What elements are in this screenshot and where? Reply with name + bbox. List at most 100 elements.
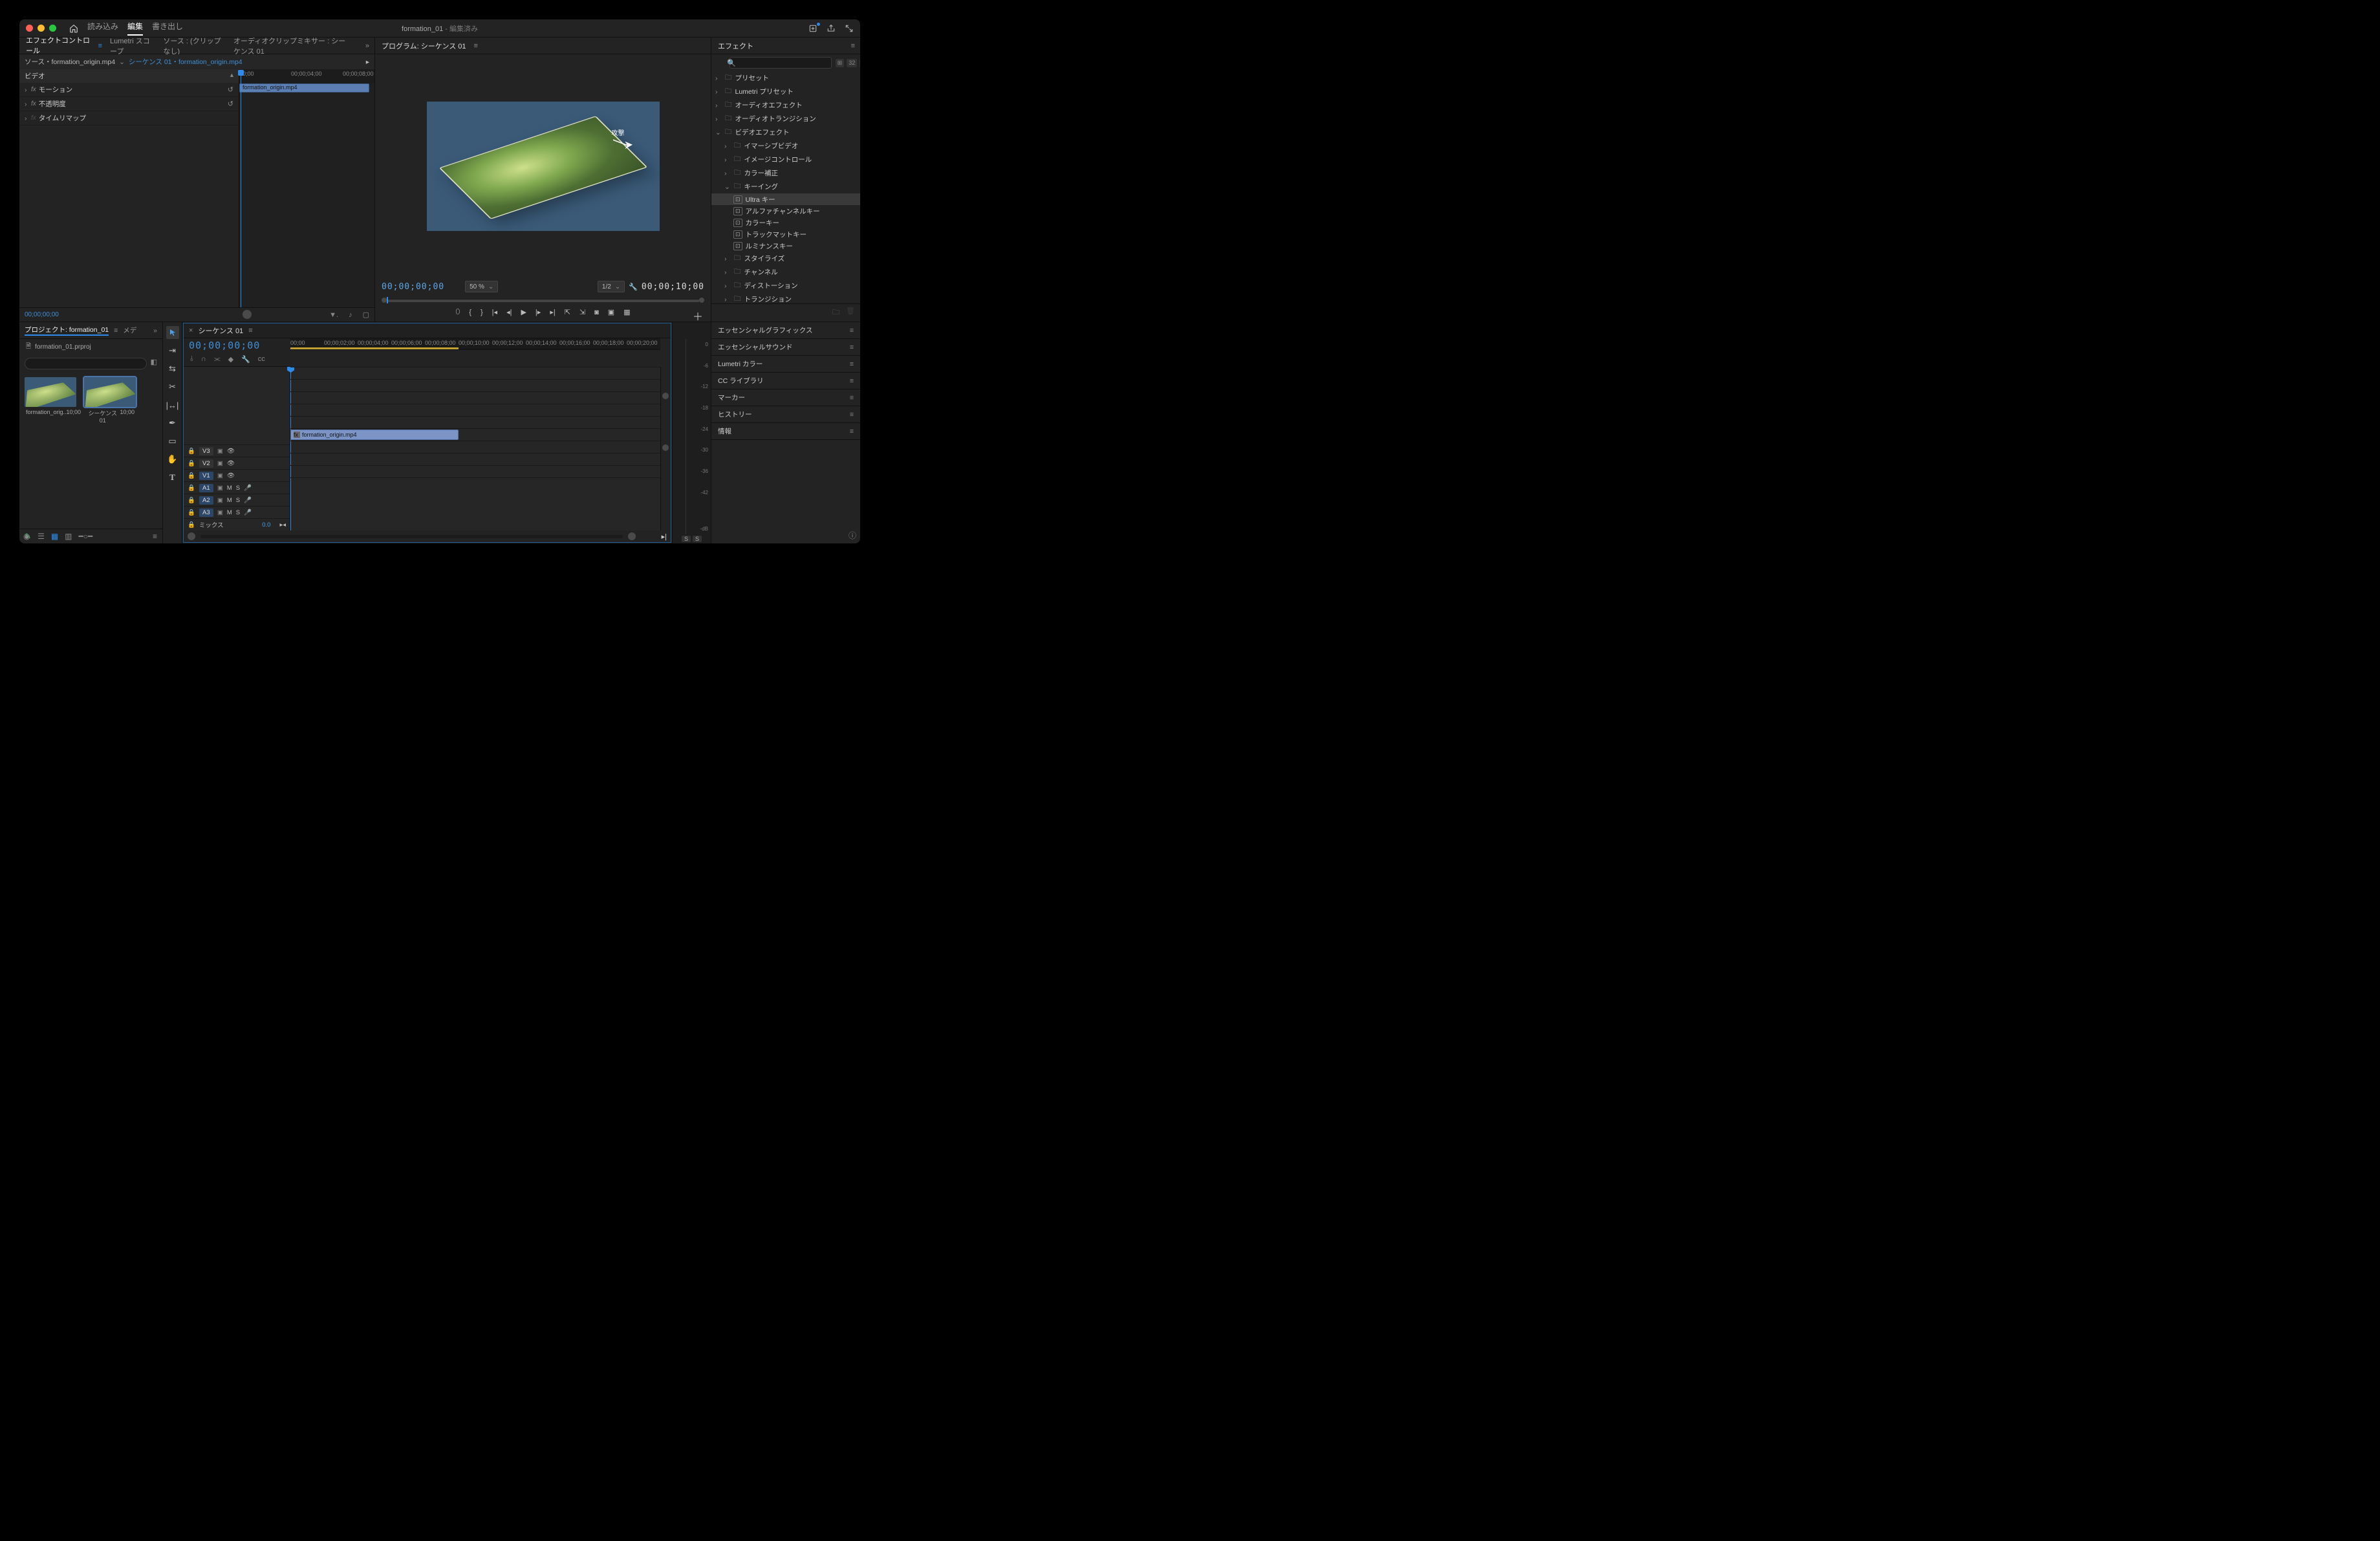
filter-bin-icon[interactable]: ◧: [151, 358, 157, 369]
timeline-tab[interactable]: シーケンス 01: [198, 325, 243, 336]
in-point-icon[interactable]: {: [469, 309, 471, 316]
scrub-knob-left[interactable]: [382, 298, 387, 303]
step-back-icon[interactable]: ◂|: [506, 308, 512, 316]
razor-tool-icon[interactable]: ✂: [166, 380, 179, 393]
icon-view-icon[interactable]: ▦: [51, 532, 58, 541]
video-track-header[interactable]: 🔒V2▣👁: [184, 457, 290, 469]
export-frame-icon[interactable]: ◙: [594, 309, 599, 316]
timeline-hscroll[interactable]: [200, 535, 623, 538]
reset-icon[interactable]: ↺: [228, 100, 233, 108]
collapsed-panel[interactable]: 情報≡: [711, 423, 860, 440]
settings-icon[interactable]: 🔧: [241, 355, 250, 364]
video-track[interactable]: [290, 416, 660, 428]
button-editor-icon[interactable]: ＋: [693, 308, 703, 323]
out-point-icon[interactable]: }: [481, 309, 483, 316]
effect-item[interactable]: ⊡トラックマットキー: [711, 228, 860, 240]
keyframe-icon[interactable]: ♪: [343, 309, 358, 322]
caret-up-icon[interactable]: ▴: [230, 71, 233, 79]
lift-icon[interactable]: ⇱: [565, 308, 570, 316]
project-item[interactable]: formation_orig..10;00: [25, 377, 76, 424]
home-icon[interactable]: [69, 24, 78, 33]
effect-folder[interactable]: ›🗀ディストーション: [711, 279, 860, 292]
audio-track-header[interactable]: 🔒A1▣MS🎤: [184, 481, 290, 494]
selection-tool-icon[interactable]: [166, 326, 179, 339]
effect-item[interactable]: ⊡アルファチャンネルキー: [711, 205, 860, 217]
popout-icon[interactable]: ▢: [358, 308, 374, 322]
prop-timeremap[interactable]: ›fx タイムリマップ: [19, 111, 239, 126]
effects-search-input[interactable]: [730, 57, 832, 69]
quick-export-icon[interactable]: [808, 24, 817, 33]
ec-breadcrumb-source[interactable]: ソース・formation_origin.mp4: [25, 57, 115, 67]
effect-folder[interactable]: ›🗀チャンネル: [711, 265, 860, 279]
overflow-icon[interactable]: »: [153, 327, 157, 334]
collapsed-panel[interactable]: エッセンシャルグラフィックス≡: [711, 322, 860, 339]
effect-folder[interactable]: ›🗀イマーシブビデオ: [711, 139, 860, 153]
ripple-tool-icon[interactable]: ⇆: [166, 362, 179, 375]
program-scrubber[interactable]: [387, 299, 699, 302]
mix-track-header[interactable]: 🔒ミックス0.0▸◂: [184, 518, 290, 530]
solo-left[interactable]: S: [682, 536, 691, 542]
skip-end-icon[interactable]: ▸|: [662, 532, 667, 541]
effect-folder[interactable]: ›🗀トランジション: [711, 292, 860, 303]
list-view-icon[interactable]: ☰: [38, 532, 45, 541]
goto-out-icon[interactable]: ▸|: [550, 308, 555, 316]
resolution-select[interactable]: 1/2⌄: [598, 281, 625, 292]
goto-in-icon[interactable]: |◂: [492, 308, 497, 316]
reset-icon[interactable]: ↺: [228, 85, 233, 94]
maximize-window-button[interactable]: [49, 25, 56, 32]
minimize-window-button[interactable]: [38, 25, 45, 32]
hand-tool-icon[interactable]: ✋: [166, 453, 179, 466]
caption-icon[interactable]: cc: [258, 355, 265, 364]
effect-folder[interactable]: ›🗀オーディオトランジション: [711, 112, 860, 126]
timeline-ruler[interactable]: 00;0000;00;02;0000;00;04;0000;00;06;0000…: [290, 338, 660, 350]
marker-add-icon[interactable]: ◆: [228, 355, 233, 364]
audio-track-header[interactable]: 🔒A2▣MS🎤: [184, 494, 290, 506]
tab-project[interactable]: プロジェクト: formation_01: [25, 325, 109, 336]
32bit-badge-icon[interactable]: 32: [847, 59, 857, 67]
pen-tool-icon[interactable]: ✒: [166, 417, 179, 430]
video-track[interactable]: fxformation_origin.mp4: [290, 428, 660, 441]
timeline-timecode[interactable]: 00;00;00;00: [184, 338, 290, 353]
timeline-hscroll-right[interactable]: [628, 532, 636, 540]
audio-track[interactable]: [290, 453, 660, 465]
effect-item[interactable]: ⊡ルミナンスキー: [711, 240, 860, 252]
new-bin-icon[interactable]: 🗀: [832, 307, 839, 319]
track-select-tool-icon[interactable]: ⇥: [166, 344, 179, 357]
collapsed-panel[interactable]: エッセンシャルサウンド≡: [711, 339, 860, 356]
compare-icon[interactable]: ▣: [608, 308, 614, 316]
slip-tool-icon[interactable]: |↔|: [166, 399, 179, 411]
effects-tree[interactable]: ›🗀プリセット›🗀Lumetri プリセット›🗀オーディオエフェクト›🗀オーディ…: [711, 71, 860, 303]
close-window-button[interactable]: [26, 25, 33, 32]
program-current-time[interactable]: 00;00;00;00: [382, 282, 444, 292]
ec-current-time[interactable]: 00;00;00;00: [19, 309, 64, 321]
effect-folder[interactable]: ›🗀イメージコントロール: [711, 153, 860, 166]
zoom-select[interactable]: 50 %⌄: [465, 281, 498, 292]
effect-folder[interactable]: ›🗀オーディオエフェクト: [711, 98, 860, 112]
audio-track-header[interactable]: 🔒A3▣MS🎤: [184, 506, 290, 518]
effect-folder[interactable]: ›🗀スタイライズ: [711, 252, 860, 265]
collapsed-panel[interactable]: Lumetri カラー≡: [711, 356, 860, 373]
ec-mini-clip[interactable]: formation_origin.mp4: [239, 83, 369, 93]
scrub-knob-right[interactable]: [699, 298, 704, 303]
tab-program[interactable]: プログラム: シーケンス 01: [380, 39, 468, 52]
effect-item[interactable]: ⊡カラーキー: [711, 217, 860, 228]
video-track-header[interactable]: 🔒V3▣👁: [184, 444, 290, 457]
timeline-clip[interactable]: fxformation_origin.mp4: [290, 430, 459, 440]
filter-icon[interactable]: ▼.: [324, 309, 343, 322]
timeline-hscroll-left[interactable]: [188, 532, 195, 540]
program-canvas[interactable]: 攻撃: [427, 102, 660, 231]
tab-media[interactable]: メデ: [123, 325, 136, 335]
magnet-icon[interactable]: ∩: [201, 355, 206, 364]
panel-menu-icon[interactable]: ≡: [248, 327, 252, 334]
effect-folder[interactable]: ›🗀カラー補正: [711, 166, 860, 180]
solo-right[interactable]: S: [693, 536, 702, 542]
marker-icon[interactable]: ⬯: [455, 308, 460, 316]
snap-icon[interactable]: ⫰: [190, 355, 193, 364]
effect-folder[interactable]: ⌄🗀ビデオエフェクト: [711, 126, 860, 139]
effect-folder[interactable]: ›🗀プリセット: [711, 71, 860, 85]
collapsed-panel[interactable]: ヒストリー≡: [711, 406, 860, 423]
linked-selection-icon[interactable]: ⫘: [214, 355, 221, 364]
timeline-vscroll[interactable]: [660, 367, 671, 530]
safe-margins-icon[interactable]: ▦: [623, 308, 630, 316]
play-icon[interactable]: ▶: [521, 308, 526, 316]
